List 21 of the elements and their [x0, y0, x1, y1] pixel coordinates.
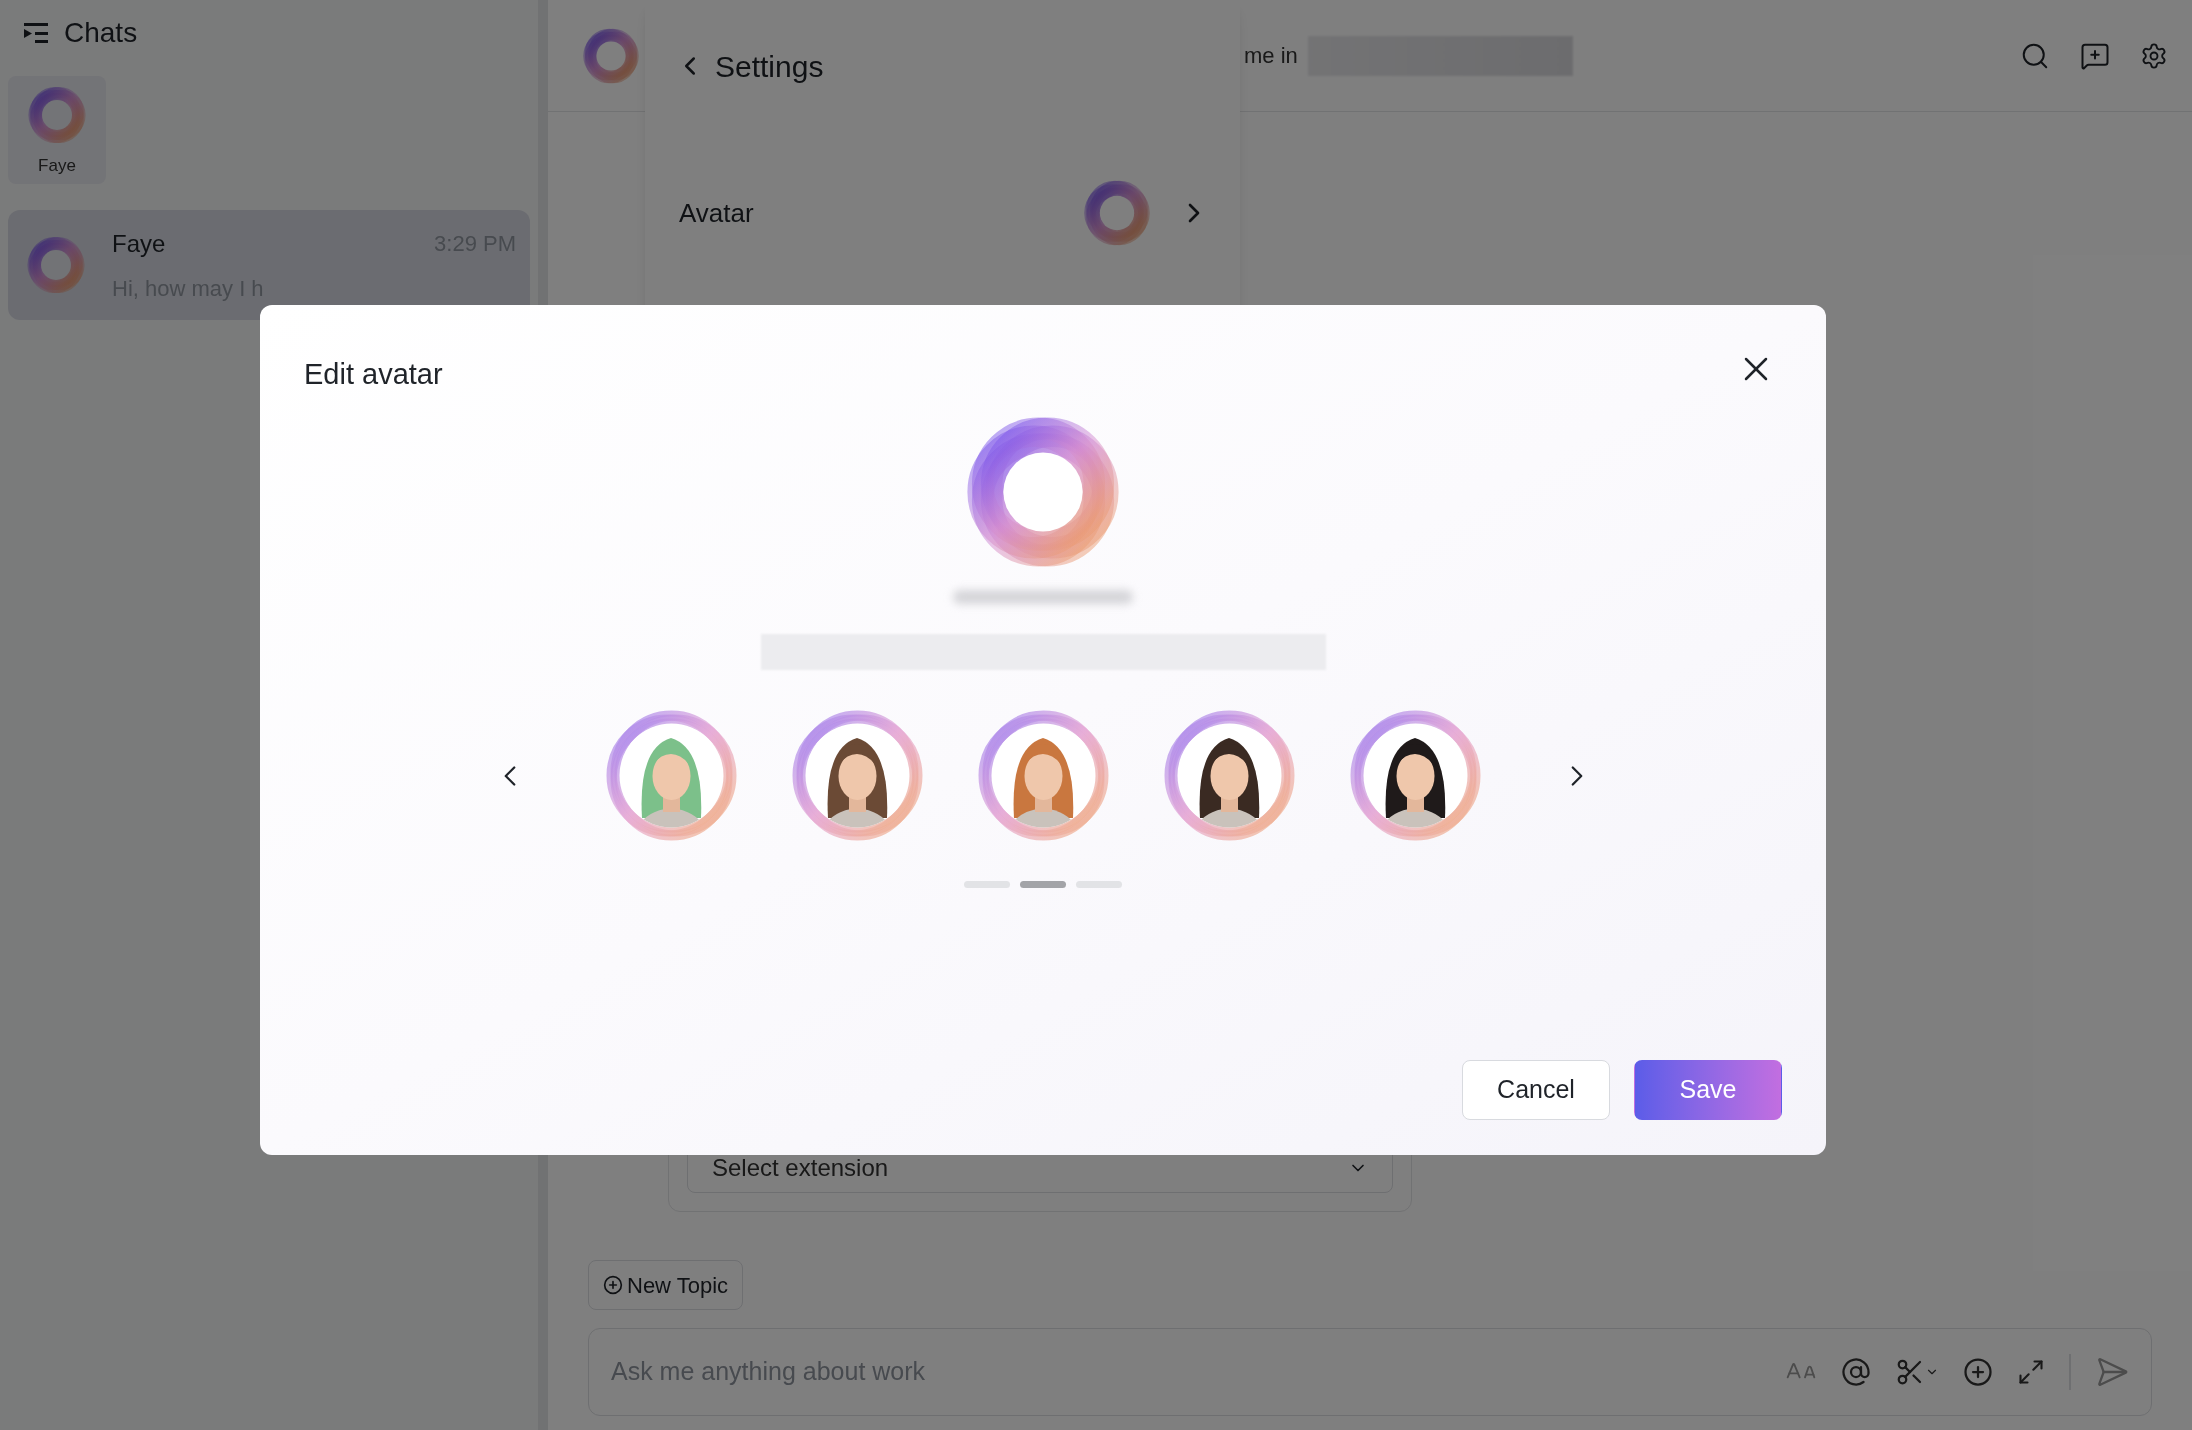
- plus-icon: [603, 1275, 623, 1295]
- settings-row[interactable]: Avatar: [675, 173, 1210, 253]
- pinned-chat[interactable]: Faye: [8, 76, 106, 184]
- new-topic-button[interactable]: New Topic: [588, 1260, 744, 1310]
- avatar-option[interactable]: [1347, 708, 1483, 843]
- cancel-button[interactable]: Cancel: [1462, 1060, 1610, 1120]
- mention-icon[interactable]: [1841, 1357, 1871, 1387]
- settings-icon[interactable]: [2140, 41, 2168, 70]
- expand-icon[interactable]: [2017, 1358, 2045, 1386]
- chat-name: Faye: [112, 228, 166, 259]
- scissors-icon[interactable]: [1895, 1357, 1939, 1387]
- avatar-option[interactable]: [789, 708, 925, 843]
- message-input[interactable]: Ask me anything about work: [588, 1328, 2152, 1416]
- chat-title: me in: [1244, 42, 1298, 70]
- dialog-title: Edit avatar: [304, 357, 443, 392]
- avatar-option[interactable]: [1161, 708, 1297, 843]
- add-icon[interactable]: [1963, 1357, 1993, 1387]
- sidebar-toggle-icon[interactable]: [22, 21, 50, 45]
- sidebar-title: Chats: [64, 16, 138, 50]
- save-button[interactable]: Save: [1634, 1060, 1782, 1120]
- panel-title: Settings: [715, 48, 824, 85]
